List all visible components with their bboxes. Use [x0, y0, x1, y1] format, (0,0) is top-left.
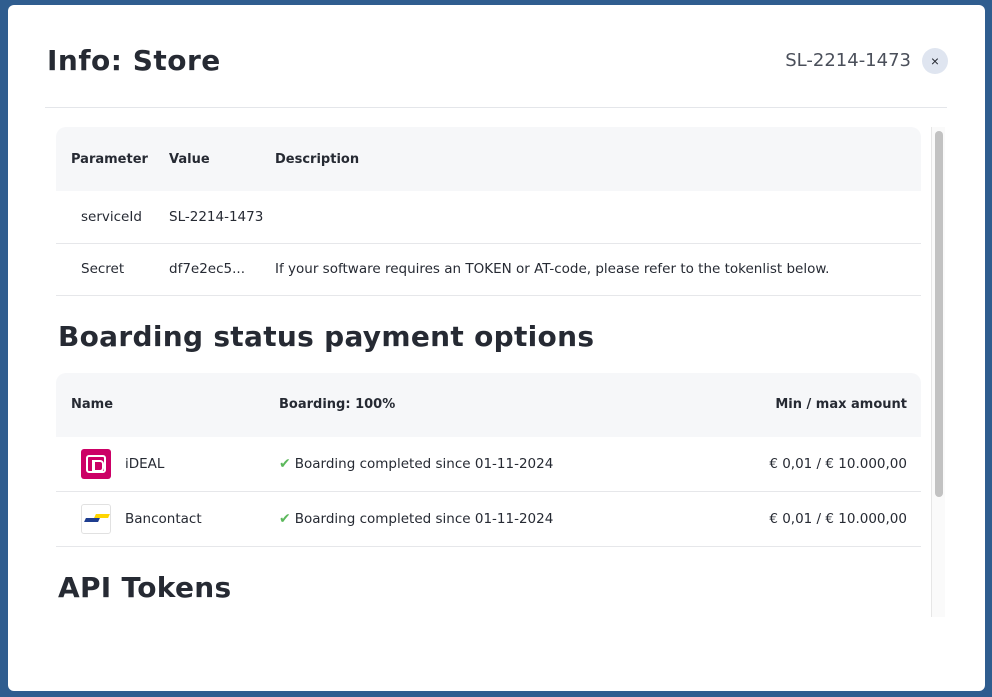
header-name: Name: [56, 372, 279, 437]
header-boarding: Boarding: 100%: [279, 372, 679, 437]
close-button[interactable]: ×: [922, 48, 948, 74]
param-name: serviceId: [56, 191, 169, 244]
api-tokens-heading: API Tokens: [58, 571, 232, 604]
modal-scroll-area[interactable]: Parameter Value Description serviceId SL…: [56, 127, 946, 617]
checkmark-icon: ✔: [279, 511, 291, 527]
table-header-row: Name Boarding: 100% Min / max amount: [56, 372, 921, 437]
header-description: Description: [275, 127, 921, 191]
amount-range: € 0,01 / € 10.000,00: [678, 436, 921, 492]
service-id-label: SL-2214-1473: [785, 50, 911, 71]
payment-name-cell: iDEAL: [56, 436, 279, 492]
param-name: Secret: [56, 243, 169, 296]
boarding-status-cell: ✔ Boarding completed since 01-11-2024: [279, 436, 679, 492]
close-icon: ×: [930, 53, 940, 69]
param-value: SL-2214-1473: [169, 191, 275, 244]
ideal-logo-icon: [81, 448, 111, 479]
table-row: iDEAL ✔ Boarding completed since 01-11-2…: [56, 436, 921, 492]
boarding-heading: Boarding status payment options: [58, 319, 595, 353]
payment-name: Bancontact: [125, 511, 202, 527]
boarding-status-cell: ✔ Boarding completed since 01-11-2024: [279, 491, 679, 547]
amount-range: € 0,01 / € 10.000,00: [678, 491, 921, 547]
boarding-status: Boarding completed since 01-11-2024: [294, 511, 554, 527]
table-row: Bancontact ✔ Boarding completed since 01…: [56, 491, 921, 547]
param-description: [275, 191, 921, 244]
modal-title: Info: Store: [47, 44, 221, 77]
store-info-modal: Info: Store SL-2214-1473 × Parameter Val…: [8, 5, 985, 691]
header-value: Value: [169, 127, 275, 191]
payment-name: iDEAL: [125, 455, 165, 472]
header-parameter: Parameter: [56, 127, 169, 191]
checkmark-icon: ✔: [279, 455, 291, 472]
payment-options-table: Name Boarding: 100% Min / max amount iDE…: [56, 372, 921, 547]
bancontact-logo-icon: [81, 504, 111, 534]
modal-header: Info: Store SL-2214-1473 ×: [45, 5, 948, 108]
param-value-secret: df7e2ec5...: [169, 243, 275, 296]
header-amount: Min / max amount: [678, 372, 921, 437]
table-row: Secret df7e2ec5... If your software requ…: [56, 243, 921, 296]
table-row: serviceId SL-2214-1473: [56, 191, 921, 244]
scrollbar[interactable]: [931, 127, 945, 617]
boarding-status: Boarding completed since 01-11-2024: [294, 455, 554, 472]
table-header-row: Parameter Value Description: [56, 127, 921, 191]
parameters-table: Parameter Value Description serviceId SL…: [56, 127, 921, 296]
payment-name-cell: Bancontact: [56, 491, 279, 547]
scrollbar-thumb[interactable]: [935, 131, 943, 497]
param-description: If your software requires an TOKEN or AT…: [275, 243, 921, 296]
